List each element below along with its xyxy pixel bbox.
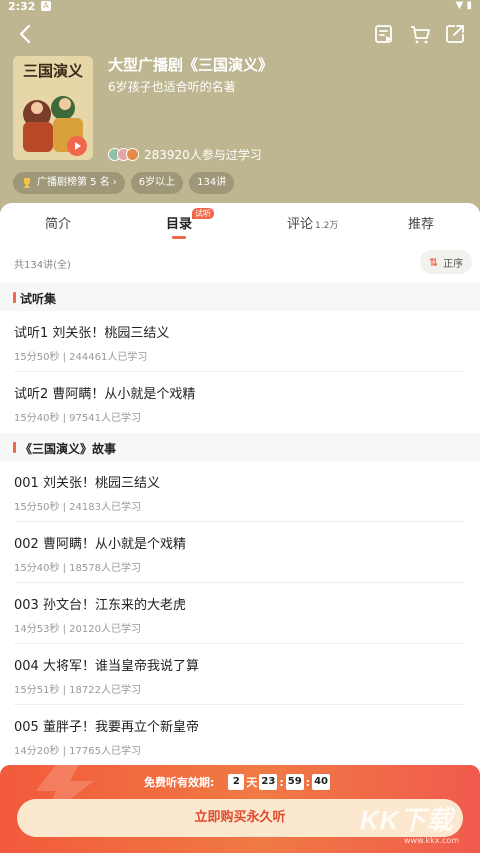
section-marker xyxy=(13,292,16,303)
colon: : xyxy=(279,775,284,789)
episode-meta: 15分51秒 | 18722人已学习 xyxy=(14,685,141,696)
signal-battery-icon: ▼ ▮ xyxy=(455,0,472,11)
nav-bar xyxy=(0,22,480,46)
episode-title: 001 刘关张！桃园三结义 xyxy=(14,476,160,491)
content-panel: 简介 目录 试听 评论 1.2万 推荐 共134讲(全) ⇅ 正序 试听集 试听1… xyxy=(0,203,480,853)
list-header: 共134讲(全) ⇅ 正序 xyxy=(0,249,480,275)
book-cover[interactable]: 三国演义 xyxy=(13,56,93,160)
back-arrow-icon[interactable] xyxy=(14,22,38,46)
cart-icon[interactable] xyxy=(408,22,432,46)
age-tag: 6岁以上 xyxy=(130,172,184,194)
trial-badge: 试听 xyxy=(192,208,214,219)
status-bar: 2:32 A ▼ ▮ xyxy=(0,0,480,14)
episode-row[interactable]: 002 曹阿瞒！从小就是个戏精 15分40秒 | 18578人已学习 xyxy=(0,522,480,583)
day-unit: 天 xyxy=(246,776,258,789)
section-header: 试听集 xyxy=(0,283,480,311)
section-header: 《三国演义》故事 xyxy=(0,433,480,461)
share-icon[interactable] xyxy=(443,22,467,46)
play-icon xyxy=(75,142,81,150)
countdown-hours: 23 xyxy=(259,774,278,790)
episode-title: 004 大将军！谁当皇帝我说了算 xyxy=(14,659,199,674)
episode-meta: 15分40秒 | 18578人已学习 xyxy=(14,563,141,574)
episode-row[interactable]: 004 大将军！谁当皇帝我说了算 15分51秒 | 18722人已学习 xyxy=(0,644,480,705)
notification-icon: A xyxy=(41,1,51,11)
trophy-icon xyxy=(24,178,30,188)
episode-row[interactable]: 001 刘关张！桃园三结义 15分50秒 | 24183人已学习 xyxy=(0,461,480,522)
avatar-group xyxy=(108,147,139,161)
episode-title: 003 孙文台！江东来的大老虎 xyxy=(14,598,186,613)
episode-title: 005 董胖子！我要再立个新皇帝 xyxy=(14,720,199,735)
participants: 283920人参与过学习 xyxy=(108,146,262,162)
rank-tag[interactable]: 广播剧榜第 5 名 › xyxy=(13,172,125,194)
book-subtitle: 6岁孩子也适合听的名著 xyxy=(108,80,236,94)
sort-label: 正序 xyxy=(443,258,464,270)
episode-title: 试听1 刘关张！桃园三结义 xyxy=(14,326,170,341)
status-time: 2:32 xyxy=(8,0,36,13)
free-label: 免费听有效期: xyxy=(144,776,215,789)
section-title: 《三国演义》故事 xyxy=(20,442,117,456)
episode-meta: 15分50秒 | 24183人已学习 xyxy=(14,502,141,513)
sort-icon: ⇅ xyxy=(428,255,439,269)
book-title: 大型广播剧《三国演义》 xyxy=(108,56,274,74)
lessons-tag: 134讲 xyxy=(189,172,235,194)
cover-title: 三国演义 xyxy=(23,62,83,80)
watermark-url: www.kkx.com xyxy=(404,836,460,845)
episode-title: 试听2 曹阿瞒！从小就是个戏精 xyxy=(14,387,196,402)
countdown-minutes: 59 xyxy=(285,774,304,790)
episode-meta: 14分20秒 | 17765人已学习 xyxy=(14,746,141,757)
participants-count: 283920人参与过学习 xyxy=(144,147,262,162)
comments-count: 1.2万 xyxy=(315,221,339,231)
section-marker xyxy=(13,442,16,453)
episode-title: 002 曹阿瞒！从小就是个戏精 xyxy=(14,537,186,552)
tab-bar: 简介 目录 试听 评论 1.2万 推荐 xyxy=(0,203,480,243)
tag-row: 广播剧榜第 5 名 › 6岁以上 134讲 xyxy=(13,172,240,194)
episode-meta: 15分40秒 | 97541人已学习 xyxy=(14,413,141,424)
playlist-icon[interactable] xyxy=(372,22,396,46)
episode-row[interactable]: 005 董胖子！我要再立个新皇帝 14分20秒 | 17765人已学习 xyxy=(0,705,480,766)
rank-tag-label: 广播剧榜第 5 名 xyxy=(37,177,110,188)
episode-row[interactable]: 003 孙文台！江东来的大老虎 14分53秒 | 20120人已学习 xyxy=(0,583,480,644)
episode-row[interactable]: 试听1 刘关张！桃园三结义 15分50秒 | 244461人已学习 xyxy=(0,311,480,372)
episode-meta: 15分50秒 | 244461人已学习 xyxy=(14,352,148,363)
sort-button[interactable]: ⇅ 正序 xyxy=(420,250,472,274)
tab-intro[interactable]: 简介 xyxy=(45,213,71,232)
watermark-logo: KK下载 xyxy=(360,805,454,835)
free-countdown: 免费听有效期: 2 天 23 : 59 : 40 xyxy=(144,772,330,792)
chevron-right-icon: › xyxy=(112,177,117,188)
tab-active-indicator xyxy=(172,236,186,239)
total-count: 共134讲(全) xyxy=(14,260,71,271)
tab-comments-label: 评论 xyxy=(287,217,314,232)
countdown-days: 2 xyxy=(228,774,245,790)
tab-recommend[interactable]: 推荐 xyxy=(408,213,434,232)
episode-row[interactable]: 试听2 曹阿瞒！从小就是个戏精 15分40秒 | 97541人已学习 xyxy=(0,372,480,433)
section-title: 试听集 xyxy=(20,292,57,306)
avatar xyxy=(126,147,139,161)
episode-meta: 14分53秒 | 20120人已学习 xyxy=(14,624,141,635)
play-button[interactable] xyxy=(67,136,87,156)
countdown-seconds: 40 xyxy=(312,774,330,790)
tab-comments[interactable]: 评论 1.2万 xyxy=(287,213,338,232)
colon: : xyxy=(305,775,311,789)
tab-catalog[interactable]: 目录 xyxy=(166,213,192,232)
